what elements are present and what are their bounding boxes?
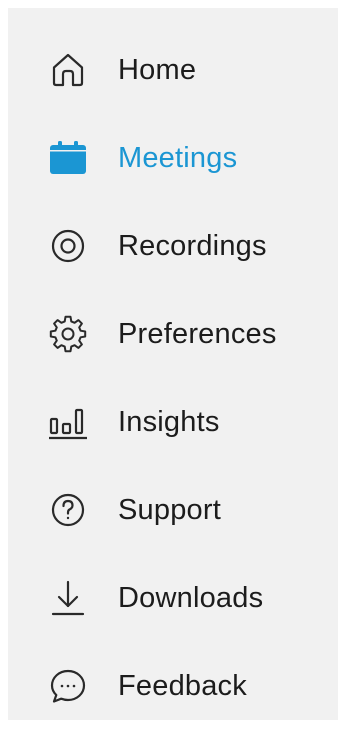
- sidebar-item-label: Recordings: [118, 229, 267, 262]
- download-icon: [46, 576, 90, 620]
- gear-icon: [46, 312, 90, 356]
- sidebar-item-label: Feedback: [118, 669, 247, 702]
- sidebar-nav: Home Meetings Recordings Preferences Ins…: [8, 26, 338, 730]
- sidebar-item-label: Meetings: [118, 141, 238, 174]
- sidebar-item-support[interactable]: Support: [8, 466, 338, 554]
- sidebar-item-meetings[interactable]: Meetings: [8, 114, 338, 202]
- help-icon: [46, 488, 90, 532]
- sidebar-item-home[interactable]: Home: [8, 26, 338, 114]
- sidebar-item-label: Home: [118, 53, 197, 86]
- sidebar-item-label: Downloads: [118, 581, 264, 614]
- sidebar-item-label: Preferences: [118, 317, 277, 350]
- chat-bubble-icon: [46, 664, 90, 708]
- sidebar-item-downloads[interactable]: Downloads: [8, 554, 338, 642]
- sidebar-item-recordings[interactable]: Recordings: [8, 202, 338, 290]
- sidebar-item-label: Support: [118, 493, 221, 526]
- home-icon: [46, 48, 90, 92]
- record-icon: [46, 224, 90, 268]
- calendar-icon: [46, 136, 90, 180]
- sidebar-item-label: Insights: [118, 405, 220, 438]
- sidebar-item-insights[interactable]: Insights: [8, 378, 338, 466]
- sidebar-item-feedback[interactable]: Feedback: [8, 642, 338, 730]
- sidebar: Home Meetings Recordings Preferences Ins…: [8, 8, 338, 720]
- bar-chart-icon: [46, 400, 90, 444]
- sidebar-item-preferences[interactable]: Preferences: [8, 290, 338, 378]
